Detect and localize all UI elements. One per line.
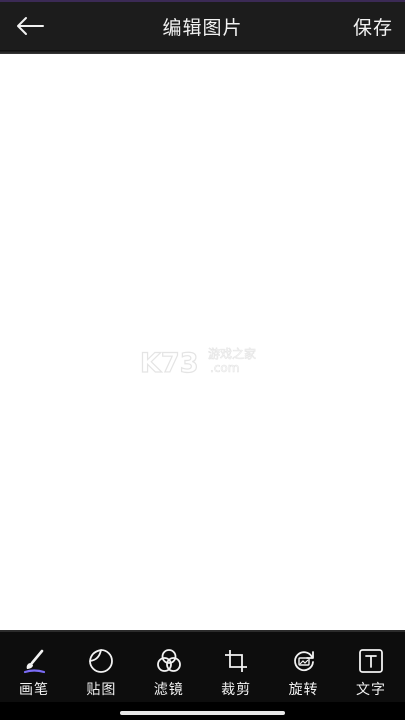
- bottom-toolbar: 画笔 贴图 滤镜 裁剪 旋转 文字: [0, 630, 405, 702]
- watermark-logo: K73 游戏之家 .com: [140, 346, 256, 379]
- tool-text[interactable]: 文字: [341, 648, 401, 699]
- tool-label: 贴图: [86, 682, 117, 698]
- page-title: 编辑图片: [162, 16, 243, 39]
- tool-rotate[interactable]: 旋转: [274, 648, 334, 699]
- watermark-chinese-text: 游戏之家: [208, 346, 256, 361]
- filter-icon: [156, 649, 181, 672]
- image-canvas[interactable]: [0, 54, 405, 630]
- tool-filter[interactable]: 滤镜: [139, 648, 199, 699]
- arrow-left-icon: [17, 17, 44, 35]
- header-bar: 编辑图片 保存: [0, 2, 405, 50]
- tool-brush[interactable]: 画笔: [4, 648, 64, 699]
- watermark-logo-text: K73: [140, 348, 199, 379]
- brush-icon: [23, 649, 46, 674]
- tool-label: 滤镜: [153, 682, 184, 698]
- rotate-icon: [293, 651, 314, 672]
- text-icon: [359, 649, 383, 673]
- home-indicator[interactable]: [120, 711, 285, 715]
- tool-label: 裁剪: [221, 682, 252, 698]
- sticker-icon: [89, 649, 114, 673]
- edit-image-screen: 编辑图片 保存 K73 游戏之家 .com 画笔 贴图 滤镜 裁剪 旋转 文字: [0, 0, 405, 720]
- crop-icon: [225, 650, 248, 672]
- save-button[interactable]: 保存: [353, 2, 393, 50]
- tool-label: 旋转: [288, 682, 319, 698]
- tool-sticker[interactable]: 贴图: [71, 648, 131, 699]
- watermark-domain-text: .com: [210, 361, 239, 375]
- tool-crop[interactable]: 裁剪: [206, 648, 266, 699]
- tool-label: 画笔: [19, 682, 49, 698]
- tool-label: 文字: [355, 682, 386, 698]
- back-button[interactable]: [10, 6, 50, 46]
